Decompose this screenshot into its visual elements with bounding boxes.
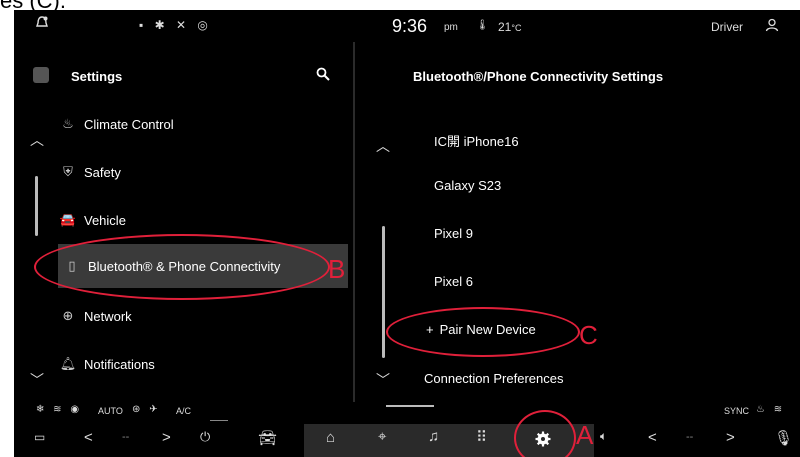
- music-icon[interactable]: ♫: [428, 428, 439, 445]
- outside-temp: 21°C: [498, 20, 522, 34]
- vehicle-icon: 🚘: [59, 212, 77, 227]
- climate-power-icon[interactable]: ⏻: [200, 429, 210, 445]
- annotation-label-c: C: [579, 320, 598, 350]
- search-icon[interactable]: [316, 67, 330, 86]
- item-label: Safety: [84, 164, 121, 180]
- globe-icon: ⊕: [62, 308, 74, 323]
- thermometer-icon: 🌡: [476, 20, 489, 31]
- bell-icon: 🔔︎: [59, 356, 77, 371]
- climate-icon: ♨: [62, 116, 74, 131]
- device-item[interactable]: Galaxy S23: [434, 178, 501, 193]
- device-item[interactable]: IC開 iPhone16: [434, 131, 519, 150]
- device-item[interactable]: Pixel 9: [434, 226, 473, 241]
- apps-grid-icon[interactable]: ⠿: [476, 428, 487, 446]
- fan-icons[interactable]: ⊛ ✈: [132, 404, 161, 415]
- left-scrollbar[interactable]: [35, 176, 38, 236]
- expand-icon[interactable]: ﹀: [376, 370, 390, 390]
- item-label: Network: [84, 308, 132, 324]
- annotation-label-b: B: [328, 254, 346, 284]
- left-temp-down-icon[interactable]: <: [84, 429, 93, 446]
- right-temp-up-icon[interactable]: >: [726, 429, 735, 446]
- settings-title: Settings: [71, 69, 123, 84]
- driver-profile-label[interactable]: Driver: [711, 20, 743, 34]
- right-temp-down-icon[interactable]: <: [648, 429, 657, 446]
- annotation-ellipse-b: [34, 234, 330, 300]
- sync-label[interactable]: SYNC: [724, 406, 749, 416]
- volume-icon[interactable]: 🔈︎: [600, 429, 607, 444]
- annotation-ellipse-a: [514, 410, 576, 457]
- clock-ampm: pm: [444, 22, 458, 33]
- seat-heat-icons[interactable]: ♨ ≋: [756, 404, 785, 415]
- item-label: Notifications: [84, 356, 155, 372]
- annotation-label-a: A: [576, 420, 594, 450]
- left-temp-up-icon[interactable]: >: [162, 429, 171, 446]
- left-temp-value: --: [122, 431, 130, 443]
- collapse-icon[interactable]: ︿: [376, 136, 390, 156]
- right-scrollbar[interactable]: [382, 226, 385, 358]
- auto-label[interactable]: AUTO: [98, 406, 123, 416]
- home-icon[interactable]: ⌂: [326, 429, 335, 446]
- clock: 9:36: [392, 16, 428, 36]
- panel-divider: [353, 42, 355, 402]
- settings-item-network[interactable]: ⊕ Network: [58, 294, 348, 338]
- infotainment-screen: ▪ ✱ ✕ ◎ 9:36 pm 🌡 21°C Driver Settings ︿…: [14, 10, 800, 457]
- microphone-icon[interactable]: 🎙︎: [774, 429, 793, 447]
- ac-label[interactable]: A/C: [176, 406, 191, 416]
- item-label: Vehicle: [84, 212, 126, 228]
- scroll-up-icon[interactable]: ︿: [30, 130, 44, 150]
- settings-item-notifications[interactable]: 🔔︎ Notifications: [58, 342, 348, 386]
- person-icon[interactable]: [765, 18, 779, 37]
- device-item[interactable]: Pixel 6: [434, 274, 473, 289]
- settings-item-climate[interactable]: ♨ Climate Control: [58, 102, 348, 146]
- status-icons: ▪ ✱ ✕ ◎: [139, 18, 212, 32]
- right-panel-title: Bluetooth®/Phone Connectivity Settings: [413, 69, 664, 84]
- settings-app-icon: [33, 67, 49, 83]
- caption-fragment: es (C).: [0, 0, 66, 13]
- climate-strip-icons[interactable]: ❄ ≋ ◉: [36, 404, 82, 415]
- right-temp-value: --: [686, 431, 694, 443]
- safety-icon: ⛨: [63, 164, 73, 179]
- connection-preferences[interactable]: Connection Preferences: [424, 371, 563, 386]
- climate-separator: [210, 420, 228, 421]
- scroll-indicator: [386, 405, 434, 407]
- annotation-ellipse-c: [386, 307, 580, 357]
- scroll-down-icon[interactable]: ﹀: [30, 370, 44, 390]
- navigation-icon[interactable]: ⌖: [378, 428, 386, 445]
- settings-item-safety[interactable]: ⛨ Safety: [58, 150, 348, 194]
- notification-icon[interactable]: [36, 16, 48, 33]
- defrost-rear-icon[interactable]: ▭: [34, 430, 45, 444]
- item-label: Climate Control: [84, 116, 174, 132]
- vehicle-quick-icon[interactable]: 🚘︎: [258, 429, 277, 447]
